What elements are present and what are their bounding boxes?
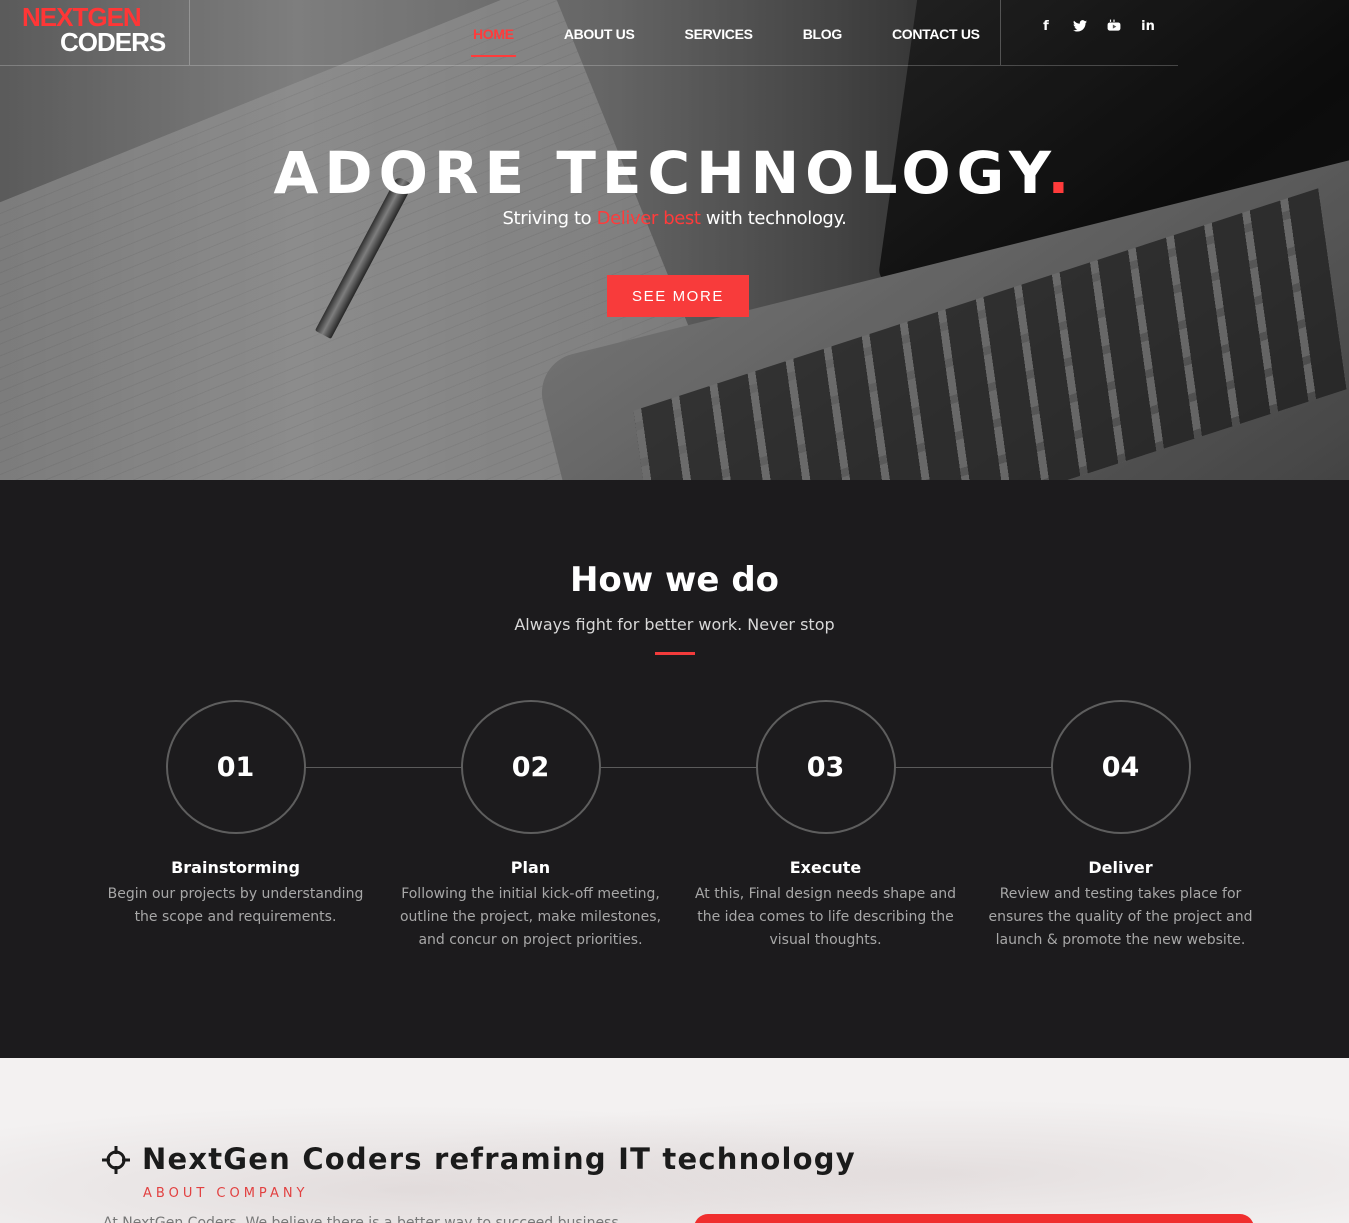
- step-number: 01: [165, 700, 306, 834]
- facebook-icon[interactable]: f: [1036, 14, 1056, 38]
- step-card: 02 Plan Following the initial kick-off m…: [383, 700, 678, 952]
- section-title: How we do: [569, 560, 780, 600]
- hero-subtitle: Striving to Deliver best with technology…: [502, 208, 847, 229]
- nav-home[interactable]: HOME: [448, 9, 539, 57]
- nav-blog[interactable]: BLOG: [778, 9, 867, 57]
- about-text: At NextGen Coders, We believe there is a…: [103, 1215, 619, 1223]
- twitter-icon[interactable]: [1070, 14, 1090, 38]
- about-section: NextGen Coders reframing IT technology A…: [0, 1058, 1349, 1223]
- hero-title: ADORE TECHNOLOGY.: [273, 139, 1076, 207]
- step-description: Begin our projects by understanding the …: [107, 886, 364, 925]
- site-logo[interactable]: NEXTGEN CODERS: [0, 0, 190, 65]
- hero-title-dot: .: [1047, 139, 1076, 207]
- step-description: At this, Final design needs shape and th…: [694, 886, 957, 948]
- step-number: 04: [1050, 700, 1191, 834]
- step-title: Brainstorming: [171, 858, 300, 877]
- linkedin-icon[interactable]: in: [1138, 14, 1158, 38]
- nav-contact-us[interactable]: CONTACT US: [867, 9, 1005, 57]
- title-underline: [655, 652, 695, 655]
- step-title: Plan: [510, 858, 551, 877]
- top-navbar: NEXTGEN CODERS HOME ABOUT US SERVICES BL…: [0, 0, 1178, 66]
- step-card: 04 Deliver Review and testing takes plac…: [973, 700, 1268, 952]
- how-we-do-section: How we do Always fight for better work. …: [0, 480, 1349, 1058]
- hero-highlight: Deliver best: [596, 208, 701, 229]
- youtube-icon[interactable]: [1104, 14, 1124, 38]
- step-title: Execute: [789, 858, 862, 877]
- section-subtitle: Always fight for better work. Never stop: [514, 615, 835, 634]
- crosshair-icon: [102, 1146, 130, 1174]
- about-title: NextGen Coders reframing IT technology: [142, 1142, 856, 1176]
- about-image-frame: [694, 1214, 1254, 1223]
- step-title: Deliver: [1088, 858, 1153, 877]
- step-card: 03 Execute At this, Final design needs s…: [678, 700, 973, 952]
- nav-divider: [1000, 0, 1001, 65]
- nav-about-us[interactable]: ABOUT US: [539, 9, 660, 57]
- logo-line2: CODERS: [60, 27, 166, 57]
- main-menu: HOME ABOUT US SERVICES BLOG CONTACT US: [448, 0, 1005, 65]
- nav-services[interactable]: SERVICES: [660, 9, 778, 57]
- step-description: Review and testing takes place for ensur…: [988, 886, 1253, 948]
- step-card: 01 Brainstorming Begin our projects by u…: [88, 700, 383, 929]
- step-number: 02: [460, 700, 601, 834]
- see-more-button[interactable]: SEE MORE: [607, 275, 749, 317]
- step-description: Following the initial kick-off meeting, …: [399, 886, 662, 948]
- social-links: f in: [1036, 14, 1158, 38]
- hero-banner: [0, 0, 1349, 480]
- step-number: 03: [755, 700, 896, 834]
- about-kicker: ABOUT COMPANY: [143, 1186, 309, 1201]
